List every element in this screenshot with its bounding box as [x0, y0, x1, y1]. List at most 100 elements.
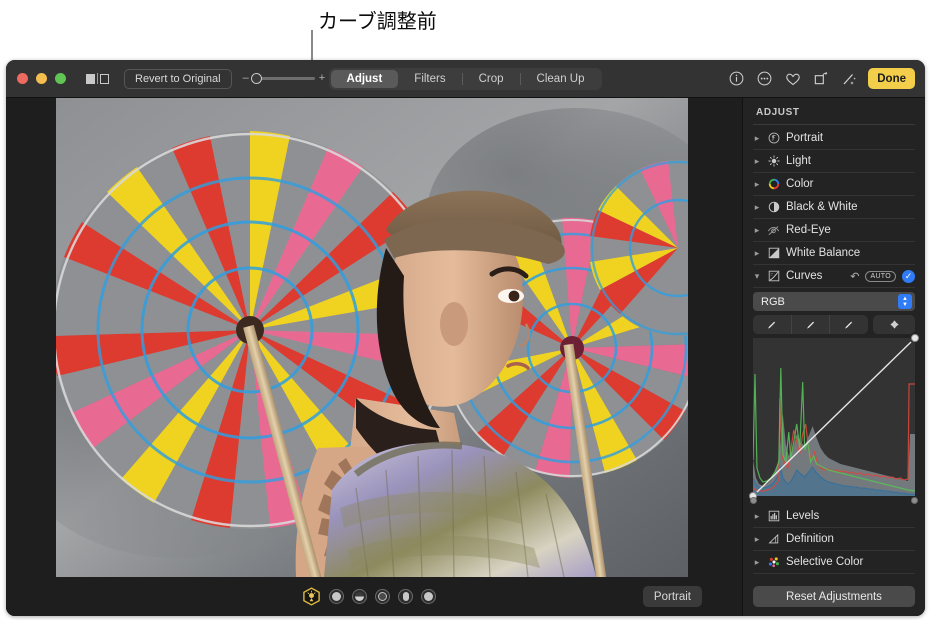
- tab-filters[interactable]: Filters: [398, 70, 461, 88]
- sidebar-divider: [753, 124, 915, 125]
- selective-color-icon: [767, 556, 780, 569]
- chevron-right-icon[interactable]: ▸: [753, 248, 761, 259]
- edit-mode-tabs: Adjust Filters Crop Clean Up: [329, 68, 603, 90]
- black-point-eyedropper[interactable]: [753, 315, 792, 334]
- chevron-right-icon[interactable]: ▸: [753, 225, 761, 236]
- chevron-right-icon[interactable]: ▸: [753, 133, 761, 144]
- window-toolbar: Revert to Original – + Adjust Filters Cr…: [6, 60, 925, 98]
- curves-row-controls: ↶ AUTO ✓: [850, 270, 915, 283]
- chevron-right-icon[interactable]: ▸: [753, 202, 761, 213]
- rotate-icon[interactable]: [812, 70, 829, 87]
- lighting-thumb-high-key-mono[interactable]: [421, 589, 436, 604]
- chevron-right-icon[interactable]: ▸: [753, 179, 761, 190]
- add-point-icon[interactable]: [873, 315, 915, 334]
- sidebar-item-curves[interactable]: ▾ Curves ↶ AUTO ✓: [753, 265, 915, 288]
- sidebar-item-white-balance[interactable]: ▸ White Balance: [753, 242, 915, 265]
- sidebar-item-color[interactable]: ▸ Color: [753, 173, 915, 196]
- lighting-thumb-stage-light-mono[interactable]: [398, 589, 413, 604]
- sidebar-item-label: White Balance: [786, 247, 860, 259]
- eyedropper-group: [753, 315, 868, 334]
- curves-icon: [767, 270, 780, 283]
- chevron-right-icon[interactable]: ▸: [753, 534, 761, 545]
- portrait-toggle-button[interactable]: Portrait: [643, 586, 702, 607]
- aperture-icon: [767, 132, 780, 145]
- tab-adjust[interactable]: Adjust: [331, 70, 399, 88]
- sidebar-item-red-eye[interactable]: ▸ Red-Eye: [753, 219, 915, 242]
- color-wheel-icon: [767, 178, 780, 191]
- curves-tools: [753, 315, 915, 334]
- curves-channel-select[interactable]: RGB ▲▼: [753, 292, 915, 311]
- reset-adjustments-button[interactable]: Reset Adjustments: [753, 586, 915, 607]
- sidebar-item-label: Selective Color: [786, 556, 863, 568]
- zoom-button[interactable]: [55, 73, 66, 84]
- sidebar-item-label: Curves: [786, 270, 822, 282]
- sidebar-title: ADJUST: [756, 107, 915, 118]
- zoom-out-icon[interactable]: –: [243, 73, 249, 84]
- chevron-right-icon[interactable]: ▸: [753, 557, 761, 568]
- curves-channel-value: RGB: [761, 296, 785, 308]
- sidebar-item-portrait[interactable]: ▸ Portrait: [753, 127, 915, 150]
- white-balance-icon: [767, 247, 780, 260]
- auto-button[interactable]: AUTO: [865, 271, 896, 282]
- sidebar-item-label: Portrait: [786, 132, 823, 144]
- lighting-effects-bar: Portrait: [6, 577, 742, 616]
- chevron-down-icon[interactable]: ▾: [753, 271, 761, 282]
- sidebar-item-label: Red-Eye: [786, 224, 831, 236]
- chevron-right-icon[interactable]: ▸: [753, 156, 761, 167]
- levels-icon: [767, 510, 780, 523]
- lighting-thumb-natural-light[interactable]: [302, 587, 321, 606]
- half-circle-icon: [767, 201, 780, 214]
- done-button[interactable]: Done: [868, 68, 915, 89]
- tab-clean-up[interactable]: Clean Up: [521, 70, 601, 88]
- lighting-thumb-contour-light[interactable]: [352, 589, 367, 604]
- sidebar-item-levels[interactable]: ▸ Levels: [753, 505, 915, 528]
- definition-icon: [767, 533, 780, 546]
- more-ellipsis-icon[interactable]: [756, 70, 773, 87]
- zoom-slider-track[interactable]: [253, 77, 315, 80]
- sidebar-item-selective-color[interactable]: ▸ Selective Color: [753, 551, 915, 574]
- close-button[interactable]: [17, 73, 28, 84]
- traffic-lights: [17, 73, 66, 84]
- eye-slash-icon: [767, 224, 780, 237]
- sidebar-item-label: Black & White: [786, 201, 858, 213]
- photos-editor-window: Revert to Original – + Adjust Filters Cr…: [6, 60, 925, 616]
- zoom-slider-knob[interactable]: [251, 73, 262, 84]
- adjust-sidebar: ADJUST ▸ Portrait ▸ Light: [742, 98, 925, 616]
- split-view-icon[interactable]: [86, 73, 109, 84]
- zoom-in-icon[interactable]: +: [319, 73, 325, 84]
- minimize-button[interactable]: [36, 73, 47, 84]
- lighting-thumb-stage-light[interactable]: [375, 589, 390, 604]
- sidebar-item-black-and-white[interactable]: ▸ Black & White: [753, 196, 915, 219]
- callout-label: カーブ調整前: [318, 5, 437, 34]
- sidebar-item-definition[interactable]: ▸ Definition: [753, 528, 915, 551]
- sidebar-item-label: Definition: [786, 533, 834, 545]
- chevron-updown-icon[interactable]: ▲▼: [898, 294, 912, 309]
- revert-to-original-button[interactable]: Revert to Original: [124, 69, 232, 89]
- lighting-thumb-studio-light[interactable]: [329, 589, 344, 604]
- sidebar-item-light[interactable]: ▸ Light: [753, 150, 915, 173]
- sidebar-item-label: Light: [786, 155, 811, 167]
- curve-handle-white-point[interactable]: [911, 334, 919, 342]
- curve-handle-shadow-clip[interactable]: [750, 497, 757, 504]
- white-point-eyedropper[interactable]: [830, 315, 868, 334]
- zoom-slider-control[interactable]: – +: [243, 73, 326, 84]
- sun-icon: [767, 155, 780, 168]
- chevron-right-icon[interactable]: ▸: [753, 511, 761, 522]
- photo-preview[interactable]: [56, 98, 688, 577]
- undo-arrow-icon[interactable]: ↶: [850, 270, 859, 283]
- curve-handle-highlight-clip[interactable]: [911, 497, 918, 504]
- curves-graph[interactable]: [753, 338, 915, 496]
- tab-crop[interactable]: Crop: [463, 70, 520, 88]
- info-icon[interactable]: [728, 70, 745, 87]
- heart-icon[interactable]: [784, 70, 801, 87]
- gray-point-eyedropper[interactable]: [792, 315, 831, 334]
- window-body: Portrait ADJUST ▸ Portrait ▸: [6, 98, 925, 616]
- canvas-area: Portrait: [6, 98, 742, 616]
- lighting-thumbnails: [302, 587, 436, 606]
- toolbar-actions: Done: [728, 68, 915, 89]
- curves-histogram: [753, 338, 915, 496]
- checkmark-icon[interactable]: ✓: [902, 270, 915, 283]
- sidebar-item-label: Levels: [786, 510, 819, 522]
- sidebar-item-label: Color: [786, 178, 813, 190]
- magic-wand-icon[interactable]: [840, 70, 857, 87]
